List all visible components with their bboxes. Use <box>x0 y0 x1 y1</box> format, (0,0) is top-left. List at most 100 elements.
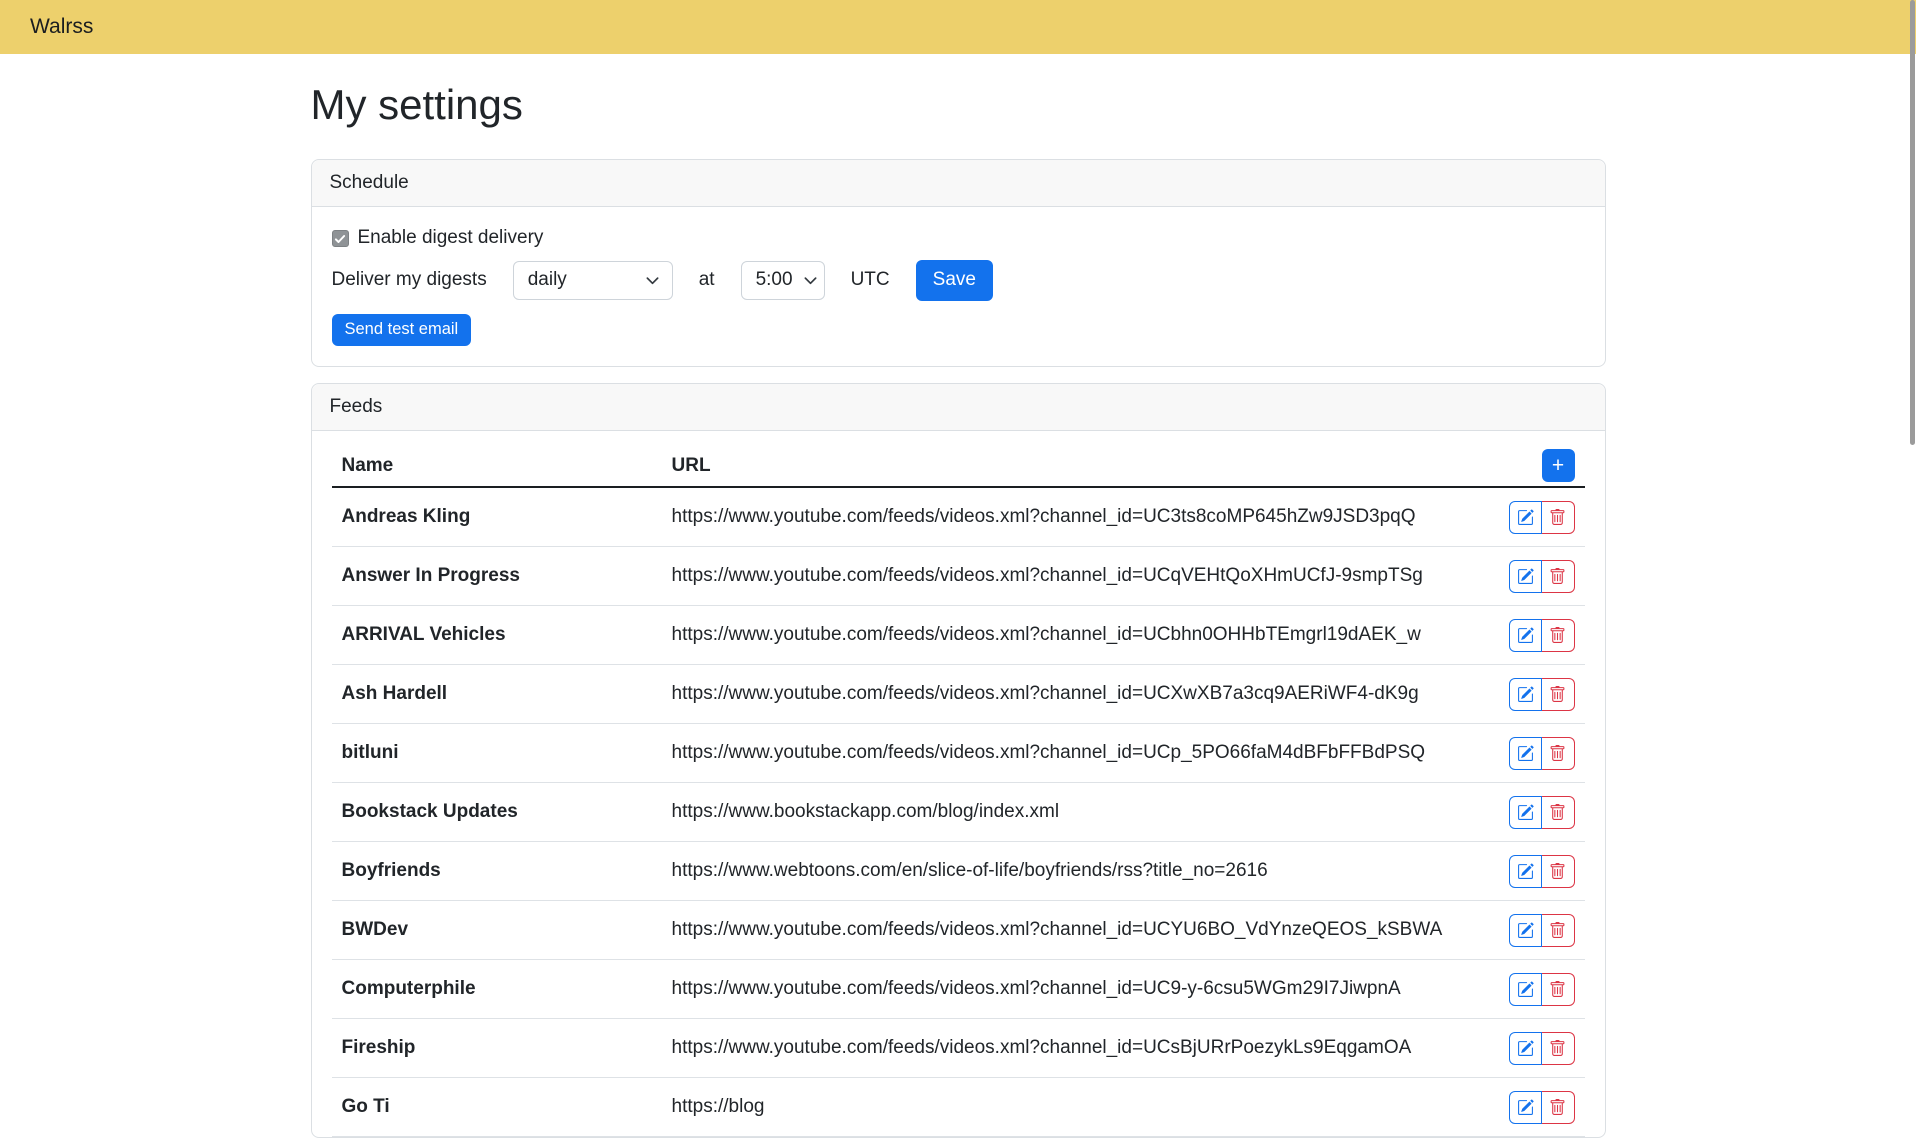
feeds-card-header: Feeds <box>312 384 1605 432</box>
feed-url: https://www.youtube.com/feeds/videos.xml… <box>662 1019 1485 1078</box>
plus-icon: + <box>1552 455 1564 476</box>
enable-digest-row: Enable digest delivery <box>332 225 1585 252</box>
feed-name: Andreas Kling <box>332 487 662 547</box>
edit-feed-button[interactable] <box>1509 1091 1542 1124</box>
trash-icon <box>1549 745 1566 762</box>
pencil-square-icon <box>1517 568 1534 585</box>
check-icon <box>334 233 346 245</box>
edit-feed-button[interactable] <box>1509 560 1542 593</box>
edit-feed-button[interactable] <box>1509 1032 1542 1065</box>
delete-feed-button[interactable] <box>1542 560 1575 593</box>
feed-actions <box>1509 737 1575 770</box>
pencil-square-icon <box>1517 804 1534 821</box>
save-button[interactable]: Save <box>916 260 993 301</box>
feed-name: Computerphile <box>332 960 662 1019</box>
feed-actions <box>1509 678 1575 711</box>
trash-icon <box>1549 1099 1566 1116</box>
pencil-square-icon <box>1517 627 1534 644</box>
feed-url: https://www.youtube.com/feeds/videos.xml… <box>662 606 1485 665</box>
navbar: Walrss <box>0 0 1916 54</box>
feed-row: Fireship https://www.youtube.com/feeds/v… <box>332 1019 1585 1078</box>
feed-row: Computerphile https://www.youtube.com/fe… <box>332 960 1585 1019</box>
feed-url: https://www.youtube.com/feeds/videos.xml… <box>662 901 1485 960</box>
delete-feed-button[interactable] <box>1542 796 1575 829</box>
trash-icon <box>1549 922 1566 939</box>
feeds-table-body: Andreas Kling https://www.youtube.com/fe… <box>332 487 1585 1137</box>
pencil-square-icon <box>1517 745 1534 762</box>
pencil-square-icon <box>1517 863 1534 880</box>
feed-name: Fireship <box>332 1019 662 1078</box>
pencil-square-icon <box>1517 1040 1534 1057</box>
edit-feed-button[interactable] <box>1509 678 1542 711</box>
edit-feed-button[interactable] <box>1509 855 1542 888</box>
at-label: at <box>699 267 715 294</box>
pencil-square-icon <box>1517 922 1534 939</box>
chevron-down-icon <box>803 273 818 288</box>
delete-feed-button[interactable] <box>1542 619 1575 652</box>
feed-url: https://blog <box>662 1078 1485 1137</box>
feed-actions <box>1509 973 1575 1006</box>
feed-name: bitluni <box>332 724 662 783</box>
feed-name: ARRIVAL Vehicles <box>332 606 662 665</box>
add-feed-button[interactable]: + <box>1542 449 1575 482</box>
main-container: My settings Schedule Enable digest deliv… <box>311 76 1606 1138</box>
feed-actions <box>1509 1032 1575 1065</box>
feed-name: Go Ti <box>332 1078 662 1137</box>
feeds-table-header-row: Name URL + <box>332 445 1585 487</box>
feed-actions <box>1509 796 1575 829</box>
delete-feed-button[interactable] <box>1542 855 1575 888</box>
pencil-square-icon <box>1517 981 1534 998</box>
column-header-actions: + <box>1485 445 1585 487</box>
edit-feed-button[interactable] <box>1509 619 1542 652</box>
delete-feed-button[interactable] <box>1542 914 1575 947</box>
feed-row: Go Ti https://blog <box>332 1078 1585 1137</box>
deliver-label: Deliver my digests <box>332 267 487 294</box>
trash-icon <box>1549 509 1566 526</box>
delete-feed-button[interactable] <box>1542 737 1575 770</box>
feed-row: Andreas Kling https://www.youtube.com/fe… <box>332 487 1585 547</box>
edit-feed-button[interactable] <box>1509 737 1542 770</box>
feed-actions <box>1509 914 1575 947</box>
delete-feed-button[interactable] <box>1542 501 1575 534</box>
chevron-down-icon <box>645 273 660 288</box>
feed-row: Ash Hardell https://www.youtube.com/feed… <box>332 665 1585 724</box>
pencil-square-icon <box>1517 686 1534 703</box>
delete-feed-button[interactable] <box>1542 1032 1575 1065</box>
send-test-email-button[interactable]: Send test email <box>332 314 472 346</box>
window-scrollbar-track <box>1910 0 1915 941</box>
feed-url: https://www.youtube.com/feeds/videos.xml… <box>662 547 1485 606</box>
schedule-card-body: Enable digest delivery Deliver my digest… <box>312 207 1605 365</box>
page-title: My settings <box>311 76 1606 135</box>
feed-actions <box>1509 619 1575 652</box>
feed-row: Bookstack Updates https://www.bookstacka… <box>332 783 1585 842</box>
feed-url: https://www.youtube.com/feeds/videos.xml… <box>662 487 1485 547</box>
delivery-settings-row: Deliver my digests daily at 5:00 UTC Sav… <box>332 260 1585 301</box>
column-header-url: URL <box>662 445 1485 487</box>
frequency-select[interactable]: daily <box>513 261 673 300</box>
timezone-label: UTC <box>851 267 890 294</box>
trash-icon <box>1549 863 1566 880</box>
app-brand[interactable]: Walrss <box>30 12 93 41</box>
delete-feed-button[interactable] <box>1542 1091 1575 1124</box>
feed-actions <box>1509 1091 1575 1124</box>
frequency-selected-value: daily <box>528 267 567 294</box>
schedule-card-header: Schedule <box>312 160 1605 208</box>
edit-feed-button[interactable] <box>1509 501 1542 534</box>
pencil-square-icon <box>1517 1099 1534 1116</box>
edit-feed-button[interactable] <box>1509 914 1542 947</box>
feeds-card-body: Name URL + Andreas Kling https://www.you… <box>312 431 1605 1137</box>
feed-name: Boyfriends <box>332 842 662 901</box>
schedule-card: Schedule Enable digest delivery Deliver … <box>311 159 1606 367</box>
edit-feed-button[interactable] <box>1509 796 1542 829</box>
window-scrollbar-thumb[interactable] <box>1910 0 1915 445</box>
delete-feed-button[interactable] <box>1542 973 1575 1006</box>
delete-feed-button[interactable] <box>1542 678 1575 711</box>
time-select[interactable]: 5:00 <box>741 261 825 300</box>
enable-digest-checkbox[interactable] <box>332 230 349 247</box>
feed-row: Answer In Progress https://www.youtube.c… <box>332 547 1585 606</box>
feeds-table: Name URL + Andreas Kling https://www.you… <box>332 445 1585 1137</box>
feed-url: https://www.youtube.com/feeds/videos.xml… <box>662 665 1485 724</box>
edit-feed-button[interactable] <box>1509 973 1542 1006</box>
trash-icon <box>1549 686 1566 703</box>
feed-name: Ash Hardell <box>332 665 662 724</box>
